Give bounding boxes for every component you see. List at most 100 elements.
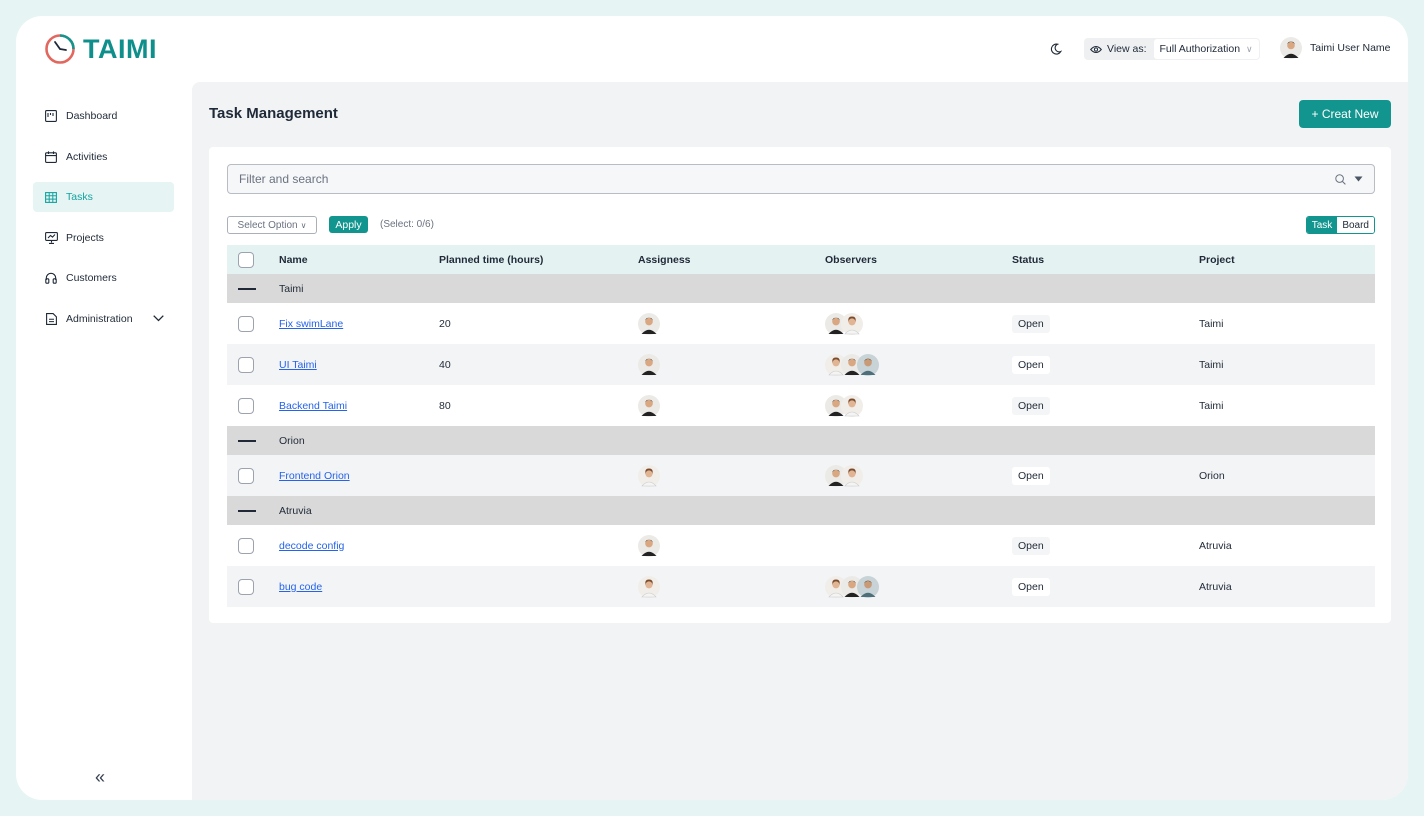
planned-hours: 20	[439, 317, 451, 330]
project-name: Atruvia	[1199, 580, 1232, 593]
view-as-value: Full Authorization	[1159, 43, 1241, 55]
collapse-group-icon[interactable]	[238, 439, 256, 442]
table-row[interactable]: Frontend Orion Open Orion	[227, 455, 1375, 496]
column-header-assignees[interactable]: Assigness	[638, 254, 691, 266]
group-name: Taimi	[279, 282, 304, 295]
group-row[interactable]: Taimi	[227, 274, 1375, 303]
sidebar-item-customers[interactable]: Customers	[33, 263, 174, 293]
assignee-avatar[interactable]	[638, 353, 660, 376]
column-header-name[interactable]: Name	[279, 254, 308, 266]
search-field[interactable]: Filter and search	[227, 164, 1375, 194]
group-row[interactable]: Orion	[227, 426, 1375, 455]
sidebar-item-tasks[interactable]: Tasks	[33, 182, 174, 212]
project-name: Taimi	[1199, 358, 1224, 371]
observers-cell	[825, 394, 863, 417]
task-name-link[interactable]: decode config	[279, 540, 344, 552]
assignee-avatars	[638, 353, 660, 376]
search-input[interactable]: Filter and search	[239, 172, 328, 186]
assignee-avatar[interactable]	[638, 575, 660, 598]
chevron-down-icon: ∨	[300, 220, 307, 230]
observer-avatars	[825, 312, 863, 335]
status-badge: Open	[1012, 466, 1050, 485]
sidebar-item-activities[interactable]: Activities	[33, 142, 174, 172]
assignees-cell	[638, 575, 660, 598]
row-checkbox[interactable]	[238, 537, 254, 554]
sidebar-item-projects[interactable]: Projects	[33, 223, 174, 253]
collapse-group-icon[interactable]	[238, 287, 256, 290]
column-header-observers[interactable]: Observers	[825, 254, 877, 266]
chevron-down-icon	[153, 313, 164, 325]
planned-hours: 40	[439, 358, 451, 371]
chevron-down-icon: ∨	[1246, 43, 1253, 54]
create-new-button[interactable]: + Creat New	[1299, 100, 1391, 128]
task-name-link[interactable]: Backend Taimi	[279, 400, 347, 412]
column-header-status[interactable]: Status	[1012, 254, 1044, 266]
app-logo[interactable]: TAIMI	[44, 33, 157, 65]
toggle-task[interactable]: Task	[1306, 217, 1338, 233]
group-row[interactable]: Atruvia	[227, 496, 1375, 525]
table-body: Taimi Fix swimLane 20 Open Taimi UI Taimi 40 Op…	[227, 274, 1375, 607]
calendar-icon	[44, 150, 58, 164]
table-row[interactable]: Backend Taimi 80 Open Taimi	[227, 385, 1375, 426]
collapse-group-icon[interactable]	[238, 509, 256, 512]
assignee-avatar[interactable]	[638, 312, 660, 335]
search-icon[interactable]	[1335, 173, 1346, 185]
row-checkbox[interactable]	[238, 467, 254, 484]
column-header-project[interactable]: Project	[1199, 254, 1235, 266]
observer-avatars	[825, 394, 863, 417]
row-checkbox[interactable]	[238, 315, 254, 332]
observer-avatar[interactable]	[841, 464, 863, 487]
row-checkbox[interactable]	[238, 356, 254, 373]
observers-cell	[825, 575, 879, 598]
task-name-link[interactable]: Frontend Orion	[279, 470, 350, 482]
task-name-link[interactable]: bug code	[279, 581, 322, 593]
logo-text: TAIMI	[83, 33, 157, 64]
dark-mode-toggle[interactable]	[1045, 38, 1067, 60]
column-header-planned[interactable]: Planned time (hours)	[439, 254, 543, 266]
row-checkbox[interactable]	[238, 578, 254, 595]
assignee-avatars	[638, 575, 660, 598]
caret-down-icon[interactable]	[1354, 176, 1363, 182]
table-row[interactable]: bug code Open Atruvia	[227, 566, 1375, 607]
task-table: Name Planned time (hours) Assigness Obse…	[227, 245, 1375, 607]
observer-avatars	[825, 353, 879, 376]
assignee-avatars	[638, 312, 660, 335]
sidebar-item-dashboard[interactable]: Dashboard	[33, 101, 174, 131]
observers-cell	[825, 312, 863, 335]
observer-avatar[interactable]	[841, 394, 863, 417]
assignee-avatar[interactable]	[638, 534, 660, 557]
table-row[interactable]: UI Taimi 40 Open Taimi	[227, 344, 1375, 385]
task-name-link[interactable]: Fix swimLane	[279, 318, 343, 330]
selection-count: (Select: 0/6)	[380, 219, 434, 230]
assignee-avatars	[638, 394, 660, 417]
select-all-checkbox[interactable]	[238, 251, 254, 268]
page-title: Task Management	[209, 105, 338, 122]
view-as-select[interactable]: Full Authorization ∨	[1153, 39, 1259, 59]
table-row[interactable]: decode config Open Atruvia	[227, 525, 1375, 566]
status-badge: Open	[1012, 396, 1050, 415]
row-checkbox[interactable]	[238, 397, 254, 414]
document-icon	[44, 312, 58, 326]
task-name-link[interactable]: UI Taimi	[279, 359, 317, 371]
observer-avatar[interactable]	[857, 575, 879, 598]
apply-button[interactable]: Apply	[329, 216, 368, 233]
sidebar-item-administration[interactable]: Administration	[33, 304, 174, 334]
status-badge: Open	[1012, 577, 1050, 596]
assignees-cell	[638, 534, 660, 557]
assignee-avatar[interactable]	[638, 394, 660, 417]
view-toggle: Task Board	[1305, 216, 1375, 234]
toggle-board[interactable]: Board	[1337, 217, 1374, 233]
user-menu[interactable]: Taimi User Name	[1280, 37, 1391, 59]
dashboard-icon	[44, 109, 58, 123]
observer-avatar[interactable]	[857, 353, 879, 376]
collapse-sidebar-button[interactable]: «	[95, 767, 105, 788]
clock-logo-icon	[45, 34, 75, 64]
sidebar: Dashboard Activities Tasks Projects Cust…	[16, 82, 192, 800]
bulk-action-select[interactable]: Select Option ∨	[227, 216, 317, 234]
bulk-action-value: Select Option	[237, 219, 298, 231]
sidebar-item-label: Customers	[66, 272, 117, 284]
observers-cell	[825, 353, 879, 376]
table-row[interactable]: Fix swimLane 20 Open Taimi	[227, 303, 1375, 344]
observer-avatar[interactable]	[841, 312, 863, 335]
assignee-avatar[interactable]	[638, 464, 660, 487]
